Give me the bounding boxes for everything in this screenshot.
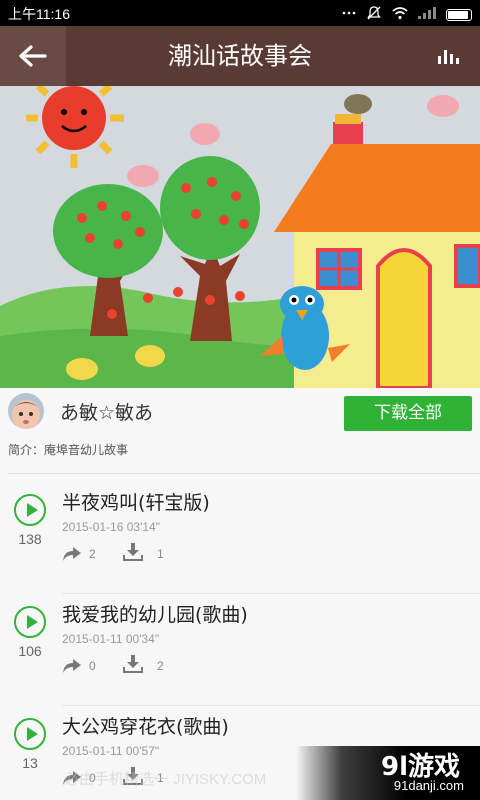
more-icon [342, 6, 356, 24]
back-arrow-icon [19, 45, 47, 67]
status-bar: 上午11:16 [0, 0, 480, 26]
bar-chart-icon[interactable] [434, 42, 462, 70]
avatar[interactable] [8, 393, 44, 429]
status-time: 上午11:16 [8, 6, 70, 22]
share-icon[interactable] [62, 546, 82, 562]
watermark-logo: 9l游戏 91danji.com [296, 746, 480, 800]
track-meta: 2015-01-11 00'34" [62, 632, 159, 646]
play-icon[interactable] [14, 494, 46, 526]
watermark-text: 必由手机精选一 JIYISKY.COM [64, 771, 267, 788]
track-title[interactable]: 半夜鸡叫(轩宝版) [62, 488, 210, 515]
share-count: 2 [89, 547, 96, 561]
share-icon[interactable] [62, 658, 82, 674]
play-icon[interactable] [14, 718, 46, 750]
track-date: 2015-01-11 [62, 744, 123, 758]
author-name[interactable]: あ敏☆敏あ [60, 398, 153, 425]
track-item[interactable]: 106 我爱我的幼儿园(歌曲) 2015-01-11 00'34" 0 2 [0, 594, 480, 706]
share-count: 0 [89, 659, 96, 673]
track-duration: 00'57" [125, 744, 160, 758]
play-icon[interactable] [14, 606, 46, 638]
track-title[interactable]: 我爱我的幼儿园(歌曲) [62, 600, 248, 627]
download-all-button[interactable]: 下载全部 [344, 396, 472, 431]
app-screen: 上午11:16 潮汕话故事会 あ敏☆敏あ 下载全部 简介：庵埠音幼儿故事 138… [0, 0, 480, 800]
battery-icon [446, 9, 472, 21]
download-icon[interactable] [123, 655, 143, 673]
download-count: 2 [157, 659, 164, 673]
track-meta: 2015-01-11 00'57" [62, 744, 159, 758]
track-date: 2015-01-16 [62, 520, 124, 534]
track-date: 2015-01-11 [62, 632, 123, 646]
page-title: 潮汕话故事会 [168, 42, 312, 70]
title-bar: 潮汕话故事会 [0, 26, 480, 86]
track-duration: 03'14" [126, 520, 160, 534]
album-cover-image [0, 86, 480, 388]
watermark-site: 91danji.com [393, 778, 464, 793]
play-count: 106 [18, 643, 42, 659]
signal-icon [418, 7, 436, 23]
track-duration: 00'34" [125, 632, 160, 646]
album-intro: 简介：庵埠音幼儿故事 [8, 443, 129, 457]
wifi-icon [392, 6, 408, 24]
mute-icon [366, 5, 382, 25]
track-title[interactable]: 大公鸡穿花衣(歌曲) [62, 712, 229, 739]
section-divider [8, 473, 480, 474]
author-row: あ敏☆敏あ 下载全部 [0, 388, 480, 438]
play-count: 13 [22, 755, 38, 771]
status-icons [342, 5, 472, 25]
track-item[interactable]: 138 半夜鸡叫(轩宝版) 2015-01-16 03'14" 2 1 [0, 482, 480, 594]
download-count: 1 [157, 547, 164, 561]
play-count: 138 [18, 531, 42, 547]
download-icon[interactable] [123, 543, 143, 561]
track-meta: 2015-01-16 03'14" [62, 520, 160, 534]
back-button[interactable] [0, 26, 66, 86]
